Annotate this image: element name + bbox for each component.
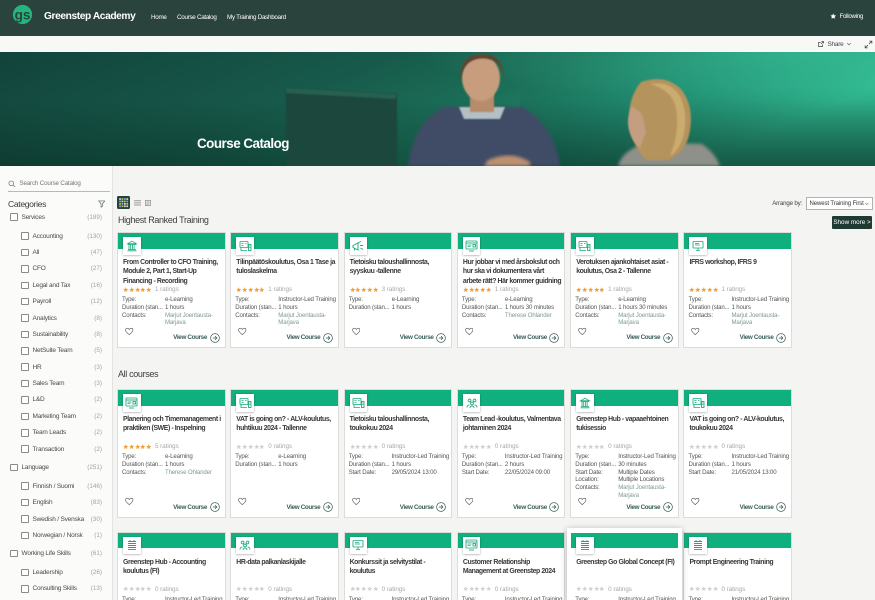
svg-text:gs: gs [15,7,31,22]
